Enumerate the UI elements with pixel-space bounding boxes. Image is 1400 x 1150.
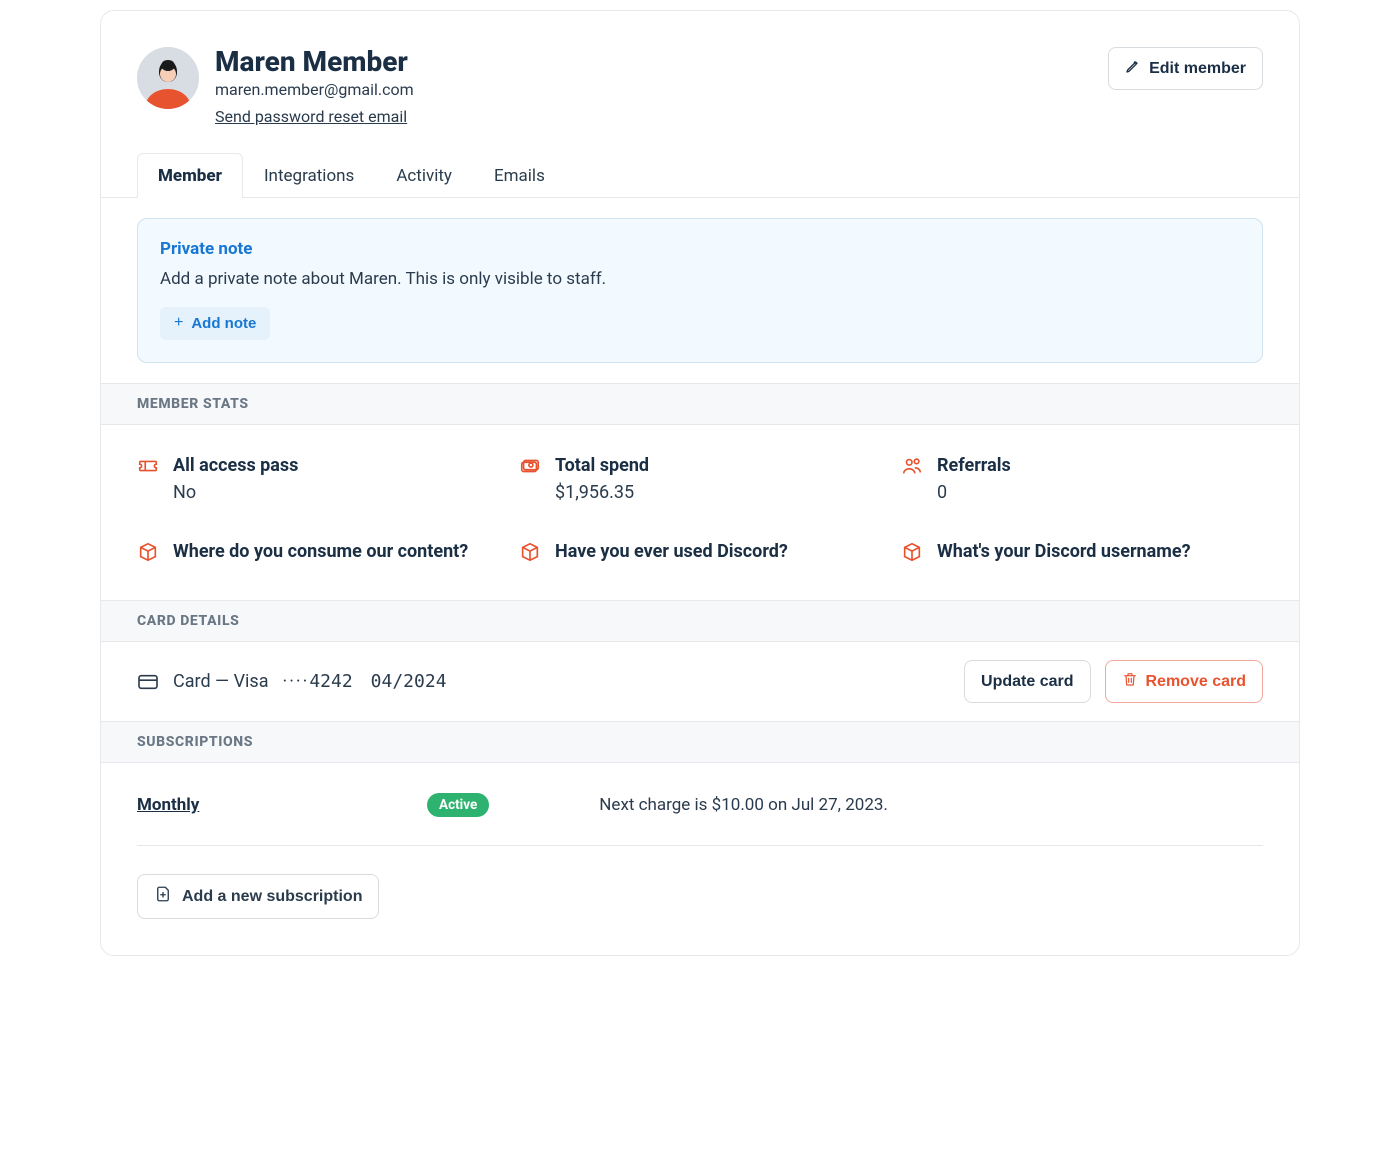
stat-question-discord-used: Have you ever used Discord? xyxy=(519,539,881,564)
identity-block: Maren Member maren.member@gmail.com Send… xyxy=(137,47,414,126)
ticket-icon xyxy=(137,455,159,477)
box-icon xyxy=(901,541,923,563)
header: Maren Member maren.member@gmail.com Send… xyxy=(101,11,1299,126)
status-badge: Active xyxy=(427,793,489,817)
tab-member[interactable]: Member xyxy=(137,153,243,198)
send-password-reset-link[interactable]: Send password reset email xyxy=(215,107,407,126)
section-header-subscriptions: SUBSCRIPTIONS xyxy=(101,721,1299,763)
stat-question-content: Where do you consume our content? xyxy=(137,539,499,564)
add-subscription-label: Add a new subscription xyxy=(182,888,362,906)
member-name: Maren Member xyxy=(215,47,414,78)
pencil-icon xyxy=(1125,58,1141,79)
add-file-icon xyxy=(154,885,172,908)
card-info: Card — Visa ····4242 04/2024 xyxy=(137,671,447,692)
subscription-name-link[interactable]: Monthly xyxy=(137,795,397,815)
stat-total-spend: Total spend $1,956.35 xyxy=(519,453,881,503)
box-icon xyxy=(519,541,541,563)
subscription-row: Monthly Active Next charge is $10.00 on … xyxy=(137,793,1263,846)
note-description: Add a private note about Maren. This is … xyxy=(160,269,1240,289)
stat-label: Where do you consume our content? xyxy=(173,539,468,564)
stats-grid: All access pass No Total spend $1,956.35… xyxy=(101,425,1299,600)
stat-value: 0 xyxy=(937,482,1011,503)
member-email: maren.member@gmail.com xyxy=(215,80,414,99)
stat-label: Referrals xyxy=(937,453,1011,478)
stat-referrals: Referrals 0 xyxy=(901,453,1263,503)
stat-question-discord-username: What's your Discord username? xyxy=(901,539,1263,564)
stat-label: Total spend xyxy=(555,453,649,478)
edit-member-button[interactable]: Edit member xyxy=(1108,47,1263,90)
card-prefix: Card — Visa xyxy=(173,671,269,692)
tab-integrations[interactable]: Integrations xyxy=(243,153,375,198)
users-icon xyxy=(901,455,923,477)
plus-icon: + xyxy=(174,315,183,331)
member-detail-page: Maren Member maren.member@gmail.com Send… xyxy=(100,10,1300,956)
remove-card-label: Remove card xyxy=(1146,673,1247,691)
stat-label: Have you ever used Discord? xyxy=(555,539,788,564)
add-note-label: Add note xyxy=(191,315,256,332)
stat-label: What's your Discord username? xyxy=(937,539,1191,564)
remove-card-button[interactable]: Remove card xyxy=(1105,660,1264,703)
stat-label: All access pass xyxy=(173,453,298,478)
identity-text: Maren Member maren.member@gmail.com Send… xyxy=(215,47,414,126)
trash-icon xyxy=(1122,671,1138,692)
card-buttons: Update card Remove card xyxy=(964,660,1263,703)
section-header-member-stats: MEMBER STATS xyxy=(101,383,1299,425)
tab-activity[interactable]: Activity xyxy=(375,153,473,198)
subscriptions-body: Monthly Active Next charge is $10.00 on … xyxy=(101,763,1299,955)
avatar xyxy=(137,47,199,109)
card-expiry: 04/2024 xyxy=(371,671,447,692)
card-dots: ···· xyxy=(283,671,310,692)
tabs: Member Integrations Activity Emails xyxy=(101,126,1299,198)
card-last4: 4242 xyxy=(309,671,352,692)
private-note-box: Private note Add a private note about Ma… xyxy=(137,218,1263,363)
credit-card-icon xyxy=(137,673,159,691)
section-header-card-details: CARD DETAILS xyxy=(101,600,1299,642)
add-subscription-button[interactable]: Add a new subscription xyxy=(137,874,379,919)
stat-value: $1,956.35 xyxy=(555,482,649,503)
card-row: Card — Visa ····4242 04/2024 Update card… xyxy=(101,642,1299,721)
stat-value: No xyxy=(173,482,298,503)
tab-emails[interactable]: Emails xyxy=(473,153,566,198)
box-icon xyxy=(137,541,159,563)
update-card-button[interactable]: Update card xyxy=(964,660,1090,703)
edit-member-label: Edit member xyxy=(1149,60,1246,78)
stat-all-access: All access pass No xyxy=(137,453,499,503)
subscription-next-charge: Next charge is $10.00 on Jul 27, 2023. xyxy=(599,795,888,815)
note-title: Private note xyxy=(160,239,1240,259)
money-icon xyxy=(519,455,541,477)
add-note-button[interactable]: + Add note xyxy=(160,307,270,340)
